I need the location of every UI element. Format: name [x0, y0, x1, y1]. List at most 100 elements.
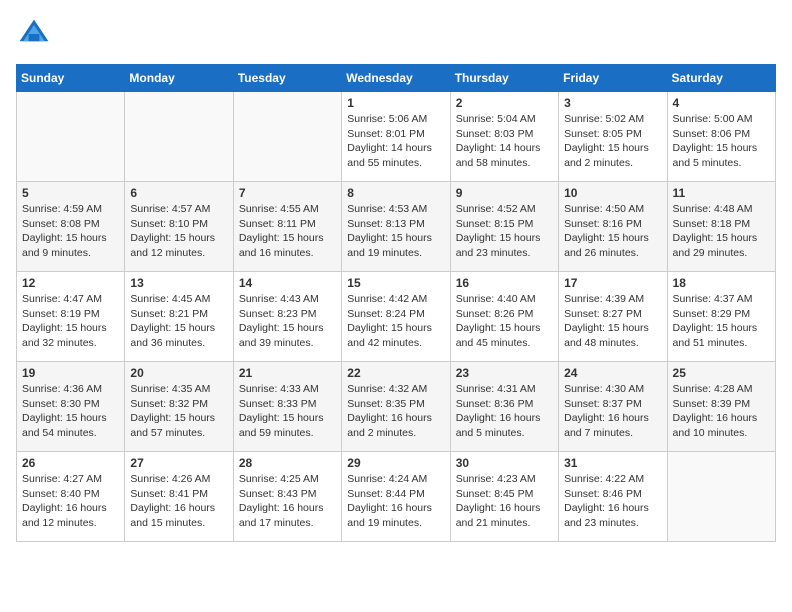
day-number: 17	[564, 276, 661, 290]
day-number: 23	[456, 366, 553, 380]
calendar-body: 1Sunrise: 5:06 AMSunset: 8:01 PMDaylight…	[17, 92, 776, 542]
calendar-week-4: 19 Sunrise: 4:36 AMSunset: 8:30 PMDayligh…	[17, 362, 776, 452]
day-number: 8	[347, 186, 444, 200]
day-number: 7	[239, 186, 336, 200]
day-number: 25	[673, 366, 770, 380]
weekday-header-wednesday: Wednesday	[342, 65, 450, 92]
calendar-cell: 8 Sunrise: 4:53 AMSunset: 8:13 PMDaylight…	[342, 182, 450, 272]
day-info: Sunrise: 4:27 AMSunset: 8:40 PMDaylight:…	[22, 472, 119, 531]
calendar-cell: 9Sunrise: 4:52 AMSunset: 8:15 PMDaylight…	[450, 182, 558, 272]
day-number: 29	[347, 456, 444, 470]
calendar-cell: 7 Sunrise: 4:55 AMSunset: 8:11 PMDaylight…	[233, 182, 341, 272]
day-number: 31	[564, 456, 661, 470]
calendar-cell: 19 Sunrise: 4:36 AMSunset: 8:30 PMDayligh…	[17, 362, 125, 452]
day-info: Sunrise: 4:59 AMSunset: 8:08 PMDaylight:…	[22, 202, 119, 261]
calendar-cell: 5 Sunrise: 4:59 AMSunset: 8:08 PMDaylight…	[17, 182, 125, 272]
day-info: Sunrise: 4:35 AMSunset: 8:32 PMDaylight:…	[130, 382, 227, 441]
calendar-cell: 26 Sunrise: 4:27 AMSunset: 8:40 PMDayligh…	[17, 452, 125, 542]
day-number: 5	[22, 186, 119, 200]
calendar-cell: 23 Sunrise: 4:31 AMSunset: 8:36 PMDayligh…	[450, 362, 558, 452]
day-info: Sunrise: 4:53 AMSunset: 8:13 PMDaylight:…	[347, 202, 444, 261]
day-number: 27	[130, 456, 227, 470]
calendar-cell: 22 Sunrise: 4:32 AMSunset: 8:35 PMDayligh…	[342, 362, 450, 452]
day-info: Sunrise: 4:32 AMSunset: 8:35 PMDaylight:…	[347, 382, 444, 441]
day-info: Sunrise: 4:40 AMSunset: 8:26 PMDaylight:…	[456, 292, 553, 351]
weekday-header-friday: Friday	[559, 65, 667, 92]
logo	[16, 16, 56, 52]
day-info: Sunrise: 4:42 AMSunset: 8:24 PMDaylight:…	[347, 292, 444, 351]
day-number: 12	[22, 276, 119, 290]
calendar-cell: 27Sunrise: 4:26 AMSunset: 8:41 PMDayligh…	[125, 452, 233, 542]
calendar-header: SundayMondayTuesdayWednesdayThursdayFrid…	[17, 65, 776, 92]
day-info: Sunrise: 4:30 AMSunset: 8:37 PMDaylight:…	[564, 382, 661, 441]
day-number: 2	[456, 96, 553, 110]
day-info: Sunrise: 4:23 AMSunset: 8:45 PMDaylight:…	[456, 472, 553, 531]
day-number: 28	[239, 456, 336, 470]
day-info: Sunrise: 4:39 AMSunset: 8:27 PMDaylight:…	[564, 292, 661, 351]
weekday-header-saturday: Saturday	[667, 65, 775, 92]
calendar-cell: 29 Sunrise: 4:24 AMSunset: 8:44 PMDayligh…	[342, 452, 450, 542]
calendar-table: SundayMondayTuesdayWednesdayThursdayFrid…	[16, 64, 776, 542]
day-info: Sunrise: 5:02 AMSunset: 8:05 PMDaylight:…	[564, 112, 661, 171]
weekday-header-tuesday: Tuesday	[233, 65, 341, 92]
calendar-cell	[667, 452, 775, 542]
day-info: Sunrise: 4:52 AMSunset: 8:15 PMDaylight:…	[456, 202, 553, 261]
day-info: Sunrise: 4:47 AMSunset: 8:19 PMDaylight:…	[22, 292, 119, 351]
calendar-cell: 1Sunrise: 5:06 AMSunset: 8:01 PMDaylight…	[342, 92, 450, 182]
calendar-cell: 30 Sunrise: 4:23 AMSunset: 8:45 PMDayligh…	[450, 452, 558, 542]
calendar-cell: 16 Sunrise: 4:40 AMSunset: 8:26 PMDayligh…	[450, 272, 558, 362]
day-number: 6	[130, 186, 227, 200]
day-number: 3	[564, 96, 661, 110]
day-number: 11	[673, 186, 770, 200]
day-info: Sunrise: 4:48 AMSunset: 8:18 PMDaylight:…	[673, 202, 770, 261]
calendar-cell: 24 Sunrise: 4:30 AMSunset: 8:37 PMDayligh…	[559, 362, 667, 452]
day-number: 19	[22, 366, 119, 380]
calendar-week-3: 12 Sunrise: 4:47 AMSunset: 8:19 PMDayligh…	[17, 272, 776, 362]
calendar-cell: 21Sunrise: 4:33 AMSunset: 8:33 PMDayligh…	[233, 362, 341, 452]
day-number: 26	[22, 456, 119, 470]
calendar-cell: 12 Sunrise: 4:47 AMSunset: 8:19 PMDayligh…	[17, 272, 125, 362]
calendar-cell: 25 Sunrise: 4:28 AMSunset: 8:39 PMDayligh…	[667, 362, 775, 452]
day-number: 21	[239, 366, 336, 380]
day-info: Sunrise: 4:25 AMSunset: 8:43 PMDaylight:…	[239, 472, 336, 531]
day-number: 20	[130, 366, 227, 380]
weekday-header-thursday: Thursday	[450, 65, 558, 92]
day-info: Sunrise: 4:55 AMSunset: 8:11 PMDaylight:…	[239, 202, 336, 261]
page-header	[16, 16, 776, 52]
weekday-header-monday: Monday	[125, 65, 233, 92]
day-number: 1	[347, 96, 444, 110]
day-info: Sunrise: 4:36 AMSunset: 8:30 PMDaylight:…	[22, 382, 119, 441]
day-info: Sunrise: 5:04 AMSunset: 8:03 PMDaylight:…	[456, 112, 553, 171]
calendar-cell: 4 Sunrise: 5:00 AMSunset: 8:06 PMDaylight…	[667, 92, 775, 182]
day-info: Sunrise: 4:31 AMSunset: 8:36 PMDaylight:…	[456, 382, 553, 441]
day-info: Sunrise: 4:45 AMSunset: 8:21 PMDaylight:…	[130, 292, 227, 351]
calendar-week-5: 26 Sunrise: 4:27 AMSunset: 8:40 PMDayligh…	[17, 452, 776, 542]
calendar-cell: 6 Sunrise: 4:57 AMSunset: 8:10 PMDaylight…	[125, 182, 233, 272]
day-number: 18	[673, 276, 770, 290]
day-info: Sunrise: 4:24 AMSunset: 8:44 PMDaylight:…	[347, 472, 444, 531]
day-number: 22	[347, 366, 444, 380]
calendar-week-1: 1Sunrise: 5:06 AMSunset: 8:01 PMDaylight…	[17, 92, 776, 182]
day-info: Sunrise: 4:28 AMSunset: 8:39 PMDaylight:…	[673, 382, 770, 441]
day-info: Sunrise: 4:57 AMSunset: 8:10 PMDaylight:…	[130, 202, 227, 261]
calendar-cell: 13 Sunrise: 4:45 AMSunset: 8:21 PMDayligh…	[125, 272, 233, 362]
calendar-cell: 14Sunrise: 4:43 AMSunset: 8:23 PMDayligh…	[233, 272, 341, 362]
calendar-cell: 15 Sunrise: 4:42 AMSunset: 8:24 PMDayligh…	[342, 272, 450, 362]
day-info: Sunrise: 4:22 AMSunset: 8:46 PMDaylight:…	[564, 472, 661, 531]
day-info: Sunrise: 5:00 AMSunset: 8:06 PMDaylight:…	[673, 112, 770, 171]
day-number: 24	[564, 366, 661, 380]
day-number: 16	[456, 276, 553, 290]
calendar-cell	[233, 92, 341, 182]
day-number: 15	[347, 276, 444, 290]
day-number: 10	[564, 186, 661, 200]
calendar-cell: 17 Sunrise: 4:39 AMSunset: 8:27 PMDayligh…	[559, 272, 667, 362]
calendar-week-2: 5 Sunrise: 4:59 AMSunset: 8:08 PMDaylight…	[17, 182, 776, 272]
calendar-cell: 10Sunrise: 4:50 AMSunset: 8:16 PMDayligh…	[559, 182, 667, 272]
day-number: 30	[456, 456, 553, 470]
calendar-cell: 3 Sunrise: 5:02 AMSunset: 8:05 PMDaylight…	[559, 92, 667, 182]
calendar-cell: 31 Sunrise: 4:22 AMSunset: 8:46 PMDayligh…	[559, 452, 667, 542]
day-number: 13	[130, 276, 227, 290]
day-number: 4	[673, 96, 770, 110]
day-info: Sunrise: 4:37 AMSunset: 8:29 PMDaylight:…	[673, 292, 770, 351]
day-info: Sunrise: 4:43 AMSunset: 8:23 PMDaylight:…	[239, 292, 336, 351]
